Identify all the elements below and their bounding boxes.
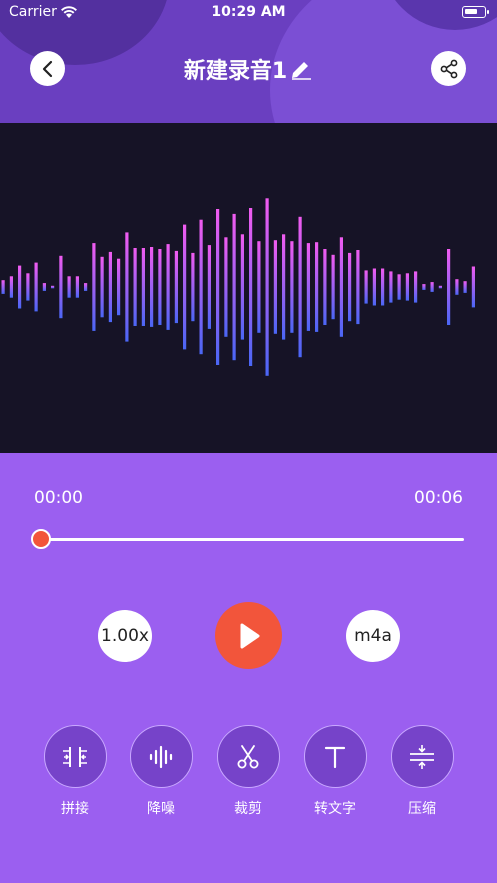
waveform-bar	[405, 273, 409, 301]
progress-slider-track[interactable]	[40, 538, 464, 541]
waveform-bar	[100, 256, 104, 318]
waveform-bar	[59, 255, 63, 319]
waveform-bar	[224, 237, 228, 337]
waveform-bar	[191, 252, 195, 322]
waveform-bar	[364, 270, 368, 304]
waveform-bar	[249, 208, 253, 366]
waveform-bar	[290, 241, 294, 333]
waveform-bar	[34, 262, 38, 312]
waveform-bar	[471, 266, 475, 308]
waveform-bar	[422, 284, 426, 290]
waveform-bar	[108, 251, 112, 323]
waveform-panel[interactable]	[0, 123, 497, 453]
waveform-bar	[257, 241, 261, 333]
waveform-bar	[430, 282, 434, 292]
waveform-bar	[463, 281, 467, 293]
waveform-bar	[141, 248, 145, 326]
tool-merge[interactable]: 拼接	[42, 725, 108, 818]
merge-button[interactable]	[43, 725, 107, 788]
waveform-bar	[298, 216, 302, 358]
waveform-bar	[331, 254, 335, 320]
waveform-bar	[51, 285, 55, 289]
waveform-bar	[339, 237, 343, 337]
scissors-icon	[237, 744, 259, 768]
waveform-bar	[199, 219, 203, 355]
waveform-bar	[372, 268, 376, 306]
noise-reduction-button[interactable]	[129, 725, 193, 788]
tool-compress[interactable]: 压缩	[389, 725, 455, 818]
waveform-bar	[183, 224, 187, 350]
waveform-bar	[397, 274, 401, 300]
waveform-bar	[9, 276, 13, 298]
status-time: 10:29 AM	[211, 4, 286, 20]
merge-icon	[63, 746, 87, 767]
waveform-bar	[273, 240, 277, 334]
trim-button[interactable]	[216, 725, 280, 788]
noise-reduction-icon	[149, 745, 173, 768]
waveform-bar	[67, 276, 71, 298]
format-button[interactable]: m4a	[346, 610, 400, 662]
waveform-bar	[240, 234, 244, 340]
tool-noise-reduction[interactable]: 降噪	[128, 725, 194, 818]
tool-label: 压缩	[408, 801, 436, 817]
text-icon	[324, 746, 346, 768]
waveform-bar	[174, 250, 178, 324]
waveform-bar	[282, 234, 286, 340]
waveform-bar	[315, 242, 319, 332]
waveform-bar	[26, 273, 30, 301]
waveform-bar	[18, 265, 22, 309]
progress-slider-knob[interactable]	[31, 529, 51, 549]
compress-button[interactable]	[390, 725, 454, 788]
current-time-label: 00:00	[34, 488, 83, 508]
share-icon	[440, 59, 457, 78]
waveform-bar	[306, 243, 310, 331]
tool-label: 转文字	[314, 801, 356, 817]
speed-button[interactable]: 1.00x	[98, 610, 152, 662]
waveform-bar	[75, 276, 79, 298]
tool-label: 裁剪	[234, 801, 262, 817]
tool-label: 降噪	[147, 801, 175, 817]
waveform-bar	[414, 271, 418, 303]
waveform-bar	[150, 247, 154, 327]
waveform-bar	[389, 271, 393, 303]
waveform-bar	[42, 283, 46, 291]
page-title: 新建录音1	[183, 59, 288, 84]
share-button[interactable]	[431, 51, 466, 86]
play-icon	[240, 623, 259, 648]
waveform-bar	[207, 245, 211, 329]
waveform-bar	[84, 283, 88, 291]
waveform-bar	[92, 243, 96, 331]
battery-icon	[462, 6, 489, 18]
status-bar: Carrier 10:29 AM	[0, 0, 497, 26]
edit-pencil-icon[interactable]	[289, 58, 313, 80]
waveform-bar	[133, 248, 137, 326]
waveform-bar	[166, 244, 170, 330]
waveform-bar	[381, 268, 385, 306]
title-area[interactable]: 新建录音1	[0, 53, 497, 85]
tool-label: 拼接	[61, 801, 89, 817]
waveform-bar	[447, 249, 451, 325]
play-button[interactable]	[215, 602, 282, 669]
waveform-bar	[323, 249, 327, 325]
waveform-bar	[438, 285, 442, 289]
tool-trim[interactable]: 裁剪	[215, 725, 281, 818]
waveform-bar	[455, 279, 459, 295]
tool-transcribe[interactable]: 转文字	[302, 725, 368, 818]
waveform-bar	[265, 198, 269, 376]
waveform-bar	[117, 258, 121, 316]
total-time-label: 00:06	[414, 488, 463, 508]
waveform-bar	[232, 213, 236, 361]
waveform-bar	[158, 249, 162, 325]
waveform-bar	[1, 280, 5, 294]
header: Carrier 10:29 AM 新建录音1	[0, 0, 497, 123]
transcribe-button[interactable]	[303, 725, 367, 788]
waveform-bar	[348, 252, 352, 322]
waveform-bar	[356, 250, 360, 325]
waveform-bar	[125, 232, 129, 342]
waveform	[1, 198, 475, 376]
compress-icon	[410, 744, 434, 769]
waveform-bar	[216, 209, 220, 365]
